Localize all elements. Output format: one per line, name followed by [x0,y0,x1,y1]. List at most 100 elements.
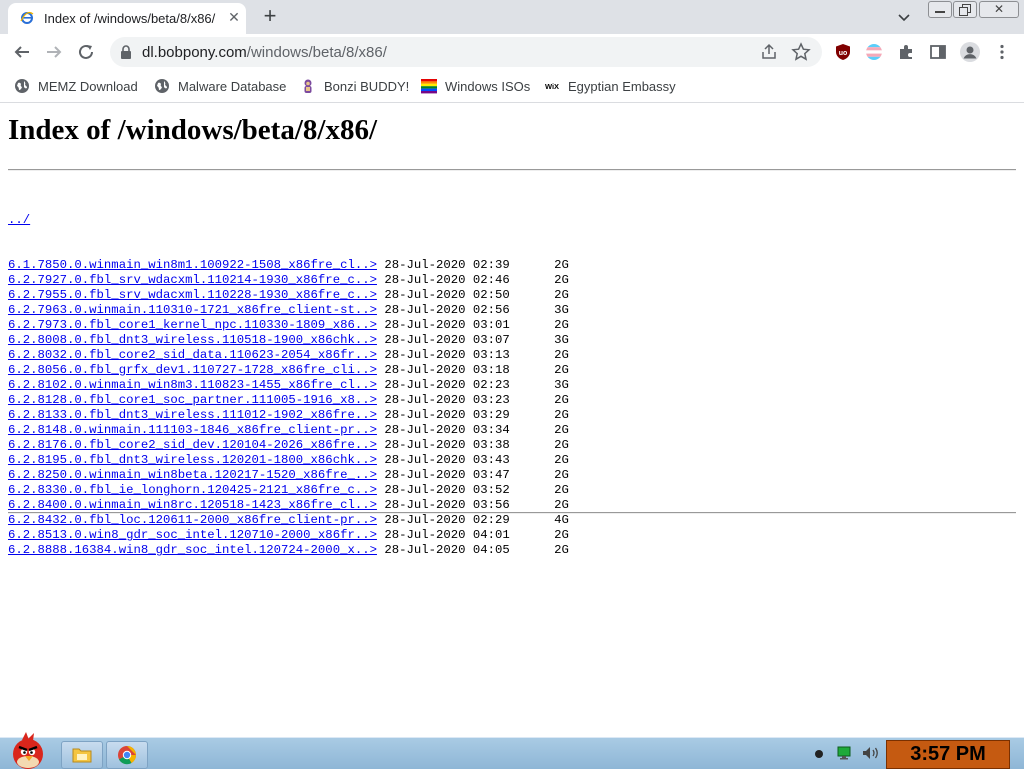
taskbar-clock[interactable]: 3:57 PM [886,740,1010,769]
file-link[interactable]: 6.2.8400.0.winmain_win8rc.120518-1423_x8… [8,498,377,512]
share-icon[interactable] [760,43,778,61]
file-size: 3G [554,378,569,392]
side-panel-icon [930,45,946,59]
file-link[interactable]: 6.1.7850.0.winmain_win8m1.100922-1508_x8… [8,258,377,272]
tab-active[interactable]: Index of /windows/beta/8/x86/ ✕ [8,3,246,34]
back-button[interactable] [8,38,36,66]
svg-text:uo: uo [839,50,848,57]
file-date: 28-Jul-2020 02:23 [384,378,510,392]
file-link[interactable]: 6.2.7927.0.fbl_srv_wdacxml.110214-1930_x… [8,273,377,287]
file-link[interactable]: 6.2.8250.0.winmain_win8beta.120217-1520_… [8,468,377,482]
close-icon: ✕ [993,2,1005,16]
file-size: 3G [554,303,569,317]
url-text[interactable]: dl.bobpony.com/windows/beta/8/x86/ [142,44,387,61]
file-link[interactable]: 6.2.8008.0.fbl_dnt3_wireless.110518-1900… [8,333,377,347]
bookmark-egyptian-embassy[interactable]: WiX Egyptian Embassy [544,76,676,96]
url-host: dl.bobpony.com [142,44,247,61]
svg-text:WiX: WiX [545,82,559,91]
profile-button[interactable] [956,38,984,66]
file-link[interactable]: 6.2.8133.0.fbl_dnt3_wireless.111012-1902… [8,408,377,422]
bookmark-label: Egyptian Embassy [568,78,676,94]
file-link[interactable]: 6.2.8032.0.fbl_core2_sid_data.110623-205… [8,348,377,362]
page-title: Index of /windows/beta/8/x86/ [8,114,377,146]
file-row: 6.2.8888.16384.win8_gdr_soc_intel.120724… [8,543,569,558]
file-link[interactable]: 6.2.8056.0.fbl_grfx_dev1.110727-1728_x86… [8,363,377,377]
forward-button[interactable] [40,38,68,66]
bookmark-star-icon[interactable] [791,42,811,62]
url-path: /windows/beta/8/x86/ [246,44,387,61]
minimize-button[interactable] [928,1,952,18]
file-size: 2G [554,408,569,422]
reload-icon [79,44,93,59]
file-date: 28-Jul-2020 04:05 [384,543,510,557]
tab-strip: Index of /windows/beta/8/x86/ ✕ + ✕ [0,0,1024,34]
globe-icon [155,79,169,93]
file-link[interactable]: 6.2.8102.0.winmain_win8m3.110823-1455_x8… [8,378,377,392]
lock-icon[interactable] [120,45,132,59]
extensions-button[interactable] [892,38,920,66]
file-size: 2G [554,453,569,467]
reload-button[interactable] [72,38,100,66]
file-date: 28-Jul-2020 03:43 [384,453,510,467]
file-row: 6.2.8432.0.fbl_loc.120611-2000_x86fre_cl… [8,513,569,528]
network-icon[interactable] [836,745,856,761]
side-panel-button[interactable] [924,38,952,66]
ublock-extension-button[interactable]: uo [829,38,857,66]
new-tab-button[interactable]: + [258,4,282,28]
close-window-button[interactable]: ✕ [979,1,1019,18]
page-content: Index of /windows/beta/8/x86/ ../ 6.1.78… [0,103,1024,737]
address-bar[interactable]: dl.bobpony.com/windows/beta/8/x86/ [110,37,822,67]
file-link[interactable]: 6.2.8330.0.fbl_ie_longhorn.120425-2121_x… [8,483,377,497]
file-size: 2G [554,438,569,452]
chrome-icon [118,746,137,765]
file-link[interactable]: 6.2.7963.0.winmain.110310-1721_x86fre_cl… [8,303,377,317]
file-row: 6.2.8032.0.fbl_core2_sid_data.110623-205… [8,348,569,363]
file-date: 28-Jul-2020 02:56 [384,303,510,317]
file-date: 28-Jul-2020 03:07 [384,333,510,347]
angry-bird-start-icon[interactable] [4,730,50,770]
file-size: 2G [554,543,569,557]
bookmark-malware-database[interactable]: Malware Database [154,76,286,96]
file-link[interactable]: 6.2.7973.0.fbl_core1_kernel_npc.110330-1… [8,318,377,332]
arrow-right-icon [47,46,62,58]
parent-directory-link[interactable]: ../ [8,213,30,227]
bonzi-icon [304,79,312,93]
file-link[interactable]: 6.2.7955.0.fbl_srv_wdacxml.110228-1930_x… [8,288,377,302]
file-date: 28-Jul-2020 02:46 [384,273,510,287]
restore-button[interactable] [953,1,977,18]
ie-icon [20,11,34,24]
tab-search-chevron-icon[interactable] [896,9,912,25]
tab-close-icon[interactable]: ✕ [226,9,242,25]
file-row: 6.2.8176.0.fbl_core2_sid_dev.120104-2026… [8,438,569,453]
file-row: 6.2.8128.0.fbl_core1_soc_partner.111005-… [8,393,569,408]
trans-flag-extension-button[interactable] [860,38,888,66]
record-dot-icon[interactable] [813,745,825,761]
file-link[interactable]: 6.2.8148.0.winmain.111103-1846_x86fre_cl… [8,423,377,437]
file-link[interactable]: 6.2.8128.0.fbl_core1_soc_partner.111005-… [8,393,377,407]
bookmark-windows-isos[interactable]: Windows ISOs [421,76,530,96]
file-size: 4G [554,513,569,527]
file-size: 2G [554,288,569,302]
file-date: 28-Jul-2020 02:29 [384,513,510,527]
file-link[interactable]: 6.2.8432.0.fbl_loc.120611-2000_x86fre_cl… [8,513,377,527]
divider-top [8,169,1016,171]
file-size: 2G [554,423,569,437]
file-row: 6.2.7955.0.fbl_srv_wdacxml.110228-1930_x… [8,288,569,303]
tab-title: Index of /windows/beta/8/x86/ [44,11,216,26]
taskbar-file-explorer[interactable] [61,741,103,769]
file-link[interactable]: 6.2.8888.16384.win8_gdr_soc_intel.120724… [8,543,377,557]
windows-flag-icon [421,79,437,94]
trans-flag-icon [866,44,882,60]
file-link[interactable]: 6.2.8513.0.win8_gdr_soc_intel.120710-200… [8,528,377,542]
file-size: 2G [554,483,569,497]
bookmark-bonzi-buddy[interactable]: Bonzi BUDDY! [300,76,409,96]
menu-button[interactable] [988,38,1016,66]
bookmark-memz-download[interactable]: MEMZ Download [14,76,138,96]
avatar-icon [960,42,980,62]
file-link[interactable]: 6.2.8195.0.fbl_dnt3_wireless.120201-1800… [8,453,377,467]
volume-icon[interactable] [861,745,881,761]
file-link[interactable]: 6.2.8176.0.fbl_core2_sid_dev.120104-2026… [8,438,377,452]
taskbar-chrome[interactable] [106,741,148,769]
browser-toolbar: dl.bobpony.com/windows/beta/8/x86/ uo [0,34,1024,70]
file-row: 6.2.8056.0.fbl_grfx_dev1.110727-1728_x86… [8,363,569,378]
